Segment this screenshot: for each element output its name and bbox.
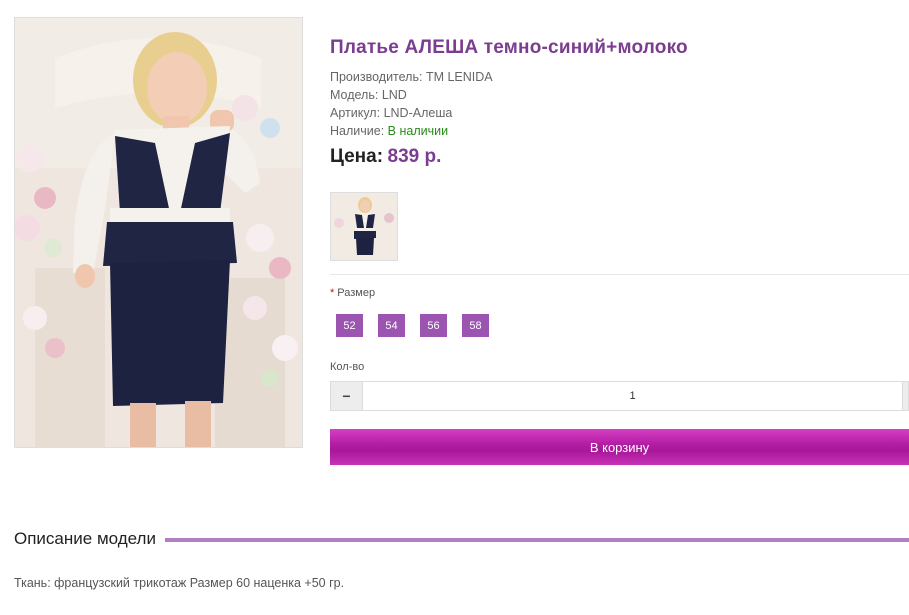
required-mark: * — [330, 287, 335, 299]
size-option-56[interactable]: 56 — [420, 314, 447, 337]
product-main-image[interactable] — [14, 17, 303, 448]
quantity-stepper: − 1 — [330, 381, 909, 411]
product-meta: Производитель: TM LENIDA Модель: LND Арт… — [330, 68, 493, 140]
size-option-label: * Размер — [330, 287, 375, 299]
sku-row: Артикул: LND-Алеша — [330, 104, 493, 122]
description-text: Ткань: французский трикотаж Размер 60 на… — [14, 576, 345, 590]
price-row: Цена: 839 р. — [330, 146, 441, 168]
availability-label: Наличие: — [330, 124, 385, 138]
sku-value: LND-Алеша — [383, 106, 453, 120]
description-title: Описание модели — [14, 529, 156, 548]
add-to-cart-button[interactable]: В корзину — [330, 429, 909, 465]
thumbnail-image — [331, 193, 397, 260]
product-thumbnail[interactable] — [330, 192, 398, 261]
model-row: Модель: LND — [330, 86, 493, 104]
model-label: Модель: — [330, 88, 379, 102]
quantity-label: Кол-во — [330, 361, 365, 373]
manufacturer-row: Производитель: TM LENIDA — [330, 68, 493, 86]
product-title: Платье АЛЕША темно-синий+молоко — [330, 37, 688, 58]
sku-label: Артикул: — [330, 106, 381, 120]
model-value: LND — [381, 88, 407, 102]
availability-row: Наличие: В наличии — [330, 122, 493, 140]
size-option-52[interactable]: 52 — [336, 314, 363, 337]
quantity-decrease-button[interactable]: − — [331, 382, 363, 410]
description-heading-line — [164, 538, 909, 542]
section-divider — [330, 274, 909, 275]
manufacturer-label: Производитель: — [330, 70, 423, 84]
size-option-54[interactable]: 54 — [378, 314, 405, 337]
manufacturer-value: TM LENIDA — [425, 70, 493, 84]
dress-photo-illustration — [15, 18, 302, 447]
price-label: Цена: — [330, 146, 384, 167]
description-header: Описание модели — [14, 529, 909, 549]
quantity-input[interactable]: 1 — [363, 382, 902, 410]
size-options: 52 54 56 58 — [336, 314, 489, 337]
size-option-58[interactable]: 58 — [462, 314, 489, 337]
size-label-text: Размер — [337, 287, 376, 299]
quantity-increase-button[interactable] — [902, 382, 908, 410]
availability-value: В наличии — [387, 124, 449, 138]
price-value: 839 р. — [387, 146, 442, 167]
